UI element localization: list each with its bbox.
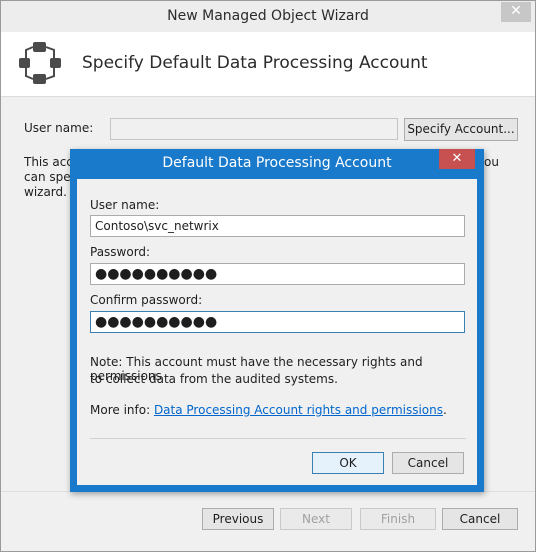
cancel-button[interactable]: Cancel: [442, 508, 518, 530]
dialog-close-button[interactable]: ✕: [439, 149, 475, 169]
note-line-2: to collect data from the audited systems…: [90, 372, 338, 386]
dialog-username-label: User name:: [90, 198, 160, 212]
previous-button[interactable]: Previous: [202, 508, 274, 530]
window-close-button[interactable]: ✕: [501, 2, 531, 22]
dialog-separator: [90, 438, 466, 439]
wizard-header: Specify Default Data Processing Account: [1, 32, 535, 97]
dialog-cancel-button[interactable]: Cancel: [392, 452, 464, 474]
password-input[interactable]: ●●●●●●●●●●: [90, 263, 465, 285]
finish-button[interactable]: Finish: [360, 508, 436, 530]
more-info-period: .: [443, 403, 447, 417]
next-button[interactable]: Next: [280, 508, 352, 530]
specify-account-button[interactable]: Specify Account...: [404, 118, 518, 141]
window-title: New Managed Object Wizard: [167, 8, 369, 24]
page-title: Specify Default Data Processing Account: [82, 53, 428, 73]
more-info-line: More info: Data Processing Account right…: [90, 403, 447, 417]
dialog-title: Default Data Processing Account: [162, 155, 392, 171]
account-dialog: Default Data Processing Account ✕ User n…: [70, 149, 484, 492]
username-label: User name:: [24, 121, 94, 135]
rights-permissions-link[interactable]: Data Processing Account rights and permi…: [154, 403, 443, 417]
confirm-password-input[interactable]: ●●●●●●●●●●: [90, 311, 465, 333]
dialog-username-input[interactable]: Contoso\svc_netwrix: [90, 215, 465, 237]
more-info-label: More info:: [90, 403, 154, 417]
confirm-password-label: Confirm password:: [90, 293, 203, 307]
dialog-body: User name: Contoso\svc_netwrix Password:…: [77, 179, 477, 485]
network-nodes-icon: [19, 42, 61, 84]
title-bar: New Managed Object Wizard ✕: [1, 1, 535, 32]
username-field[interactable]: [110, 118, 398, 140]
password-label: Password:: [90, 245, 151, 259]
ok-button[interactable]: OK: [312, 452, 384, 474]
